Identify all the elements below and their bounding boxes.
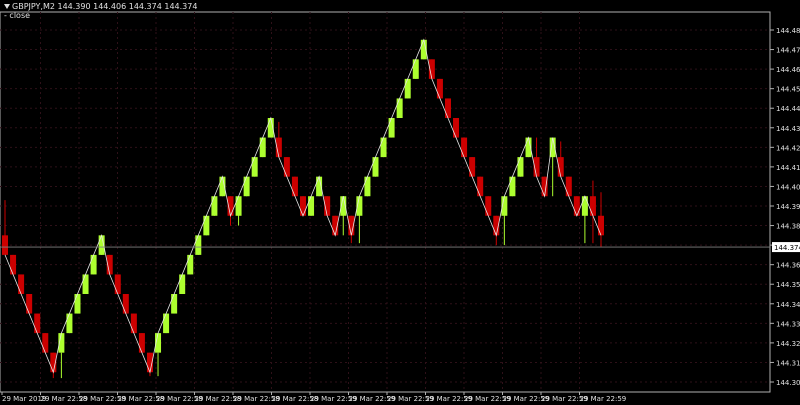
- candle-bear: [18, 274, 25, 294]
- candle-bear: [138, 333, 145, 353]
- y-tick-label: 144.475: [776, 47, 800, 55]
- candle-bear: [436, 78, 443, 99]
- candle-bull: [163, 313, 170, 334]
- candle-bull: [404, 78, 411, 99]
- y-tick-label: 144.455: [776, 86, 800, 94]
- candle-bear: [573, 196, 580, 216]
- candle-bull: [235, 196, 242, 216]
- y-tick-label: 144.325: [776, 340, 800, 348]
- collapse-triangle-icon[interactable]: [4, 4, 10, 9]
- price-chart[interactable]: 144.485 144.475 144.465 144.455 144.445 144.4…: [0, 0, 800, 405]
- candle-bear: [10, 254, 17, 275]
- candle-bull: [388, 118, 395, 138]
- candle-bull: [412, 59, 419, 79]
- candle-bear: [26, 294, 33, 314]
- candle-bear: [122, 294, 129, 314]
- candle-bull: [171, 294, 178, 314]
- y-tick-label: 144.385: [776, 223, 800, 231]
- y-tick-label: 144.345: [776, 301, 800, 309]
- candle-bear: [283, 157, 290, 177]
- candle-bull: [509, 176, 516, 197]
- candle-bear: [485, 196, 492, 216]
- candle-bear: [589, 196, 596, 216]
- candle-bear: [291, 176, 298, 197]
- current-price-label: 144.374: [774, 244, 800, 252]
- candle-bear: [461, 137, 468, 158]
- y-tick-label: 144.435: [776, 125, 800, 133]
- candle-bull: [364, 176, 371, 197]
- candle-bear: [2, 235, 8, 255]
- candle-bull: [74, 294, 81, 314]
- y-tick-label: 144.405: [776, 183, 800, 191]
- candle-bull: [82, 274, 89, 294]
- y-tick-label: 144.355: [776, 281, 800, 289]
- candle-bull: [396, 98, 403, 118]
- candle-bull: [251, 157, 258, 177]
- candle-bull: [243, 176, 250, 197]
- candle-bear: [565, 176, 572, 197]
- candle-bear: [444, 98, 451, 118]
- candle-bull: [203, 215, 210, 236]
- candle-bull: [90, 254, 97, 275]
- candle-bear: [477, 176, 484, 197]
- candle-bull: [308, 196, 315, 216]
- candle-bull: [195, 235, 202, 255]
- candle-bull: [259, 137, 266, 158]
- candle-bull: [517, 157, 524, 177]
- candle-bear: [34, 313, 41, 334]
- symbol-header: GBPJPY,M2 144.390 144.406 144.374 144.37…: [12, 2, 198, 11]
- y-tick-label: 144.365: [776, 262, 800, 270]
- candle-bull: [380, 137, 387, 158]
- indicator-legend: - close: [4, 11, 31, 20]
- candle-bull: [372, 157, 379, 177]
- x-tick-label: 29 Mar 22:59: [580, 395, 627, 403]
- candle-bear: [453, 118, 460, 138]
- candle-bull: [66, 313, 73, 334]
- y-tick-label: 144.425: [776, 144, 800, 152]
- y-tick-label: 144.335: [776, 320, 800, 328]
- candle-bull: [187, 254, 194, 275]
- candle-bear: [598, 215, 604, 236]
- candle-bull: [179, 274, 186, 294]
- candle-bear: [114, 274, 121, 294]
- candle-bull: [581, 196, 588, 216]
- y-tick-label: 144.465: [776, 66, 800, 74]
- candle-bull: [211, 196, 218, 216]
- candle-bear: [42, 333, 49, 353]
- y-tick-label: 144.445: [776, 105, 800, 113]
- y-tick-label: 144.305: [776, 379, 800, 387]
- y-tick-label: 144.485: [776, 27, 800, 35]
- y-tick-label: 144.315: [776, 359, 800, 367]
- y-tick-label: 144.395: [776, 203, 800, 211]
- candle-bear: [130, 313, 137, 334]
- candle-bear: [300, 196, 306, 216]
- candle-bear: [469, 157, 476, 177]
- y-tick-label: 144.415: [776, 164, 800, 172]
